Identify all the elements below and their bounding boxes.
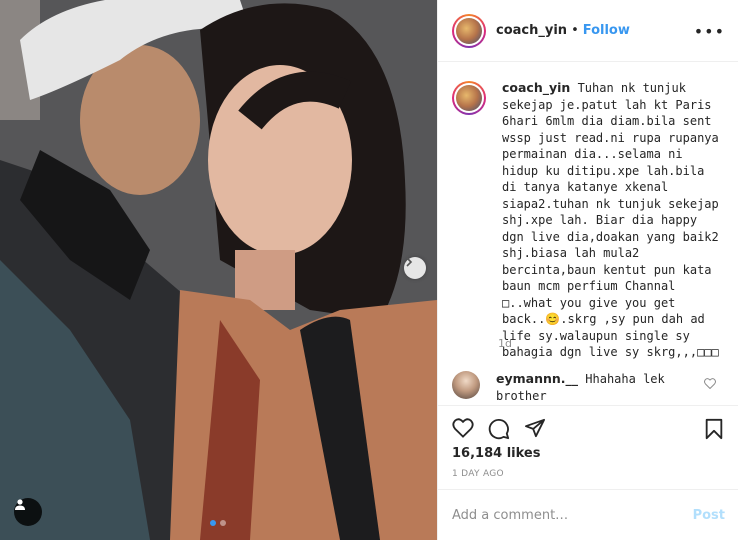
caption-username[interactable]: coach_yin [502,80,570,95]
comment-like-icon[interactable] [704,378,716,389]
share-icon[interactable] [524,418,546,438]
caption-body: Tuhan nk tunjuk sekejap je.patut lah kt … [502,81,719,359]
post-side-panel: coach_yin • Follow ••• coach_yin Tuhan n… [437,0,738,540]
carousel-dot [210,520,216,526]
header-separator: • [571,23,579,38]
photo-image [0,0,437,540]
post-caption: coach_yin Tuhan nk tunjuk sekejap je.pat… [452,80,732,361]
bookmark-icon[interactable] [704,418,724,440]
post-comment-button[interactable]: Post [693,508,725,523]
comment-item: eymannn.__ Hhahaha lek brother [452,371,732,404]
post-header: coach_yin • Follow ••• [438,0,738,62]
action-bar [438,405,738,450]
comment-text: eymannn.__ Hhahaha lek brother [496,371,696,404]
comment-icon[interactable] [488,418,510,440]
caption-avatar[interactable] [452,81,486,115]
carousel-indicator [210,520,226,526]
comment-input[interactable] [452,507,693,523]
likes-count[interactable]: 16,184 likes [452,446,540,461]
caption-text: coach_yin Tuhan nk tunjuk sekejap je.pat… [502,80,722,361]
user-tag-icon [15,499,25,510]
comment-avatar[interactable] [452,371,480,399]
caption-age[interactable]: 1d [498,337,512,350]
carousel-next-button[interactable] [404,257,426,279]
post-date[interactable]: 1 DAY AGO [452,469,504,479]
carousel-dot [220,520,226,526]
chevron-right-icon [406,257,413,267]
add-comment-bar: Post [438,489,738,540]
author-avatar[interactable] [452,13,486,48]
comment-username[interactable]: eymannn.__ [496,371,578,386]
more-icon[interactable]: ••• [694,22,725,41]
user-tag-button[interactable] [14,498,42,526]
post-photo[interactable] [0,0,437,540]
author-username[interactable]: coach_yin [496,23,567,38]
follow-button[interactable]: Follow [583,23,630,38]
heart-icon[interactable] [452,418,474,438]
